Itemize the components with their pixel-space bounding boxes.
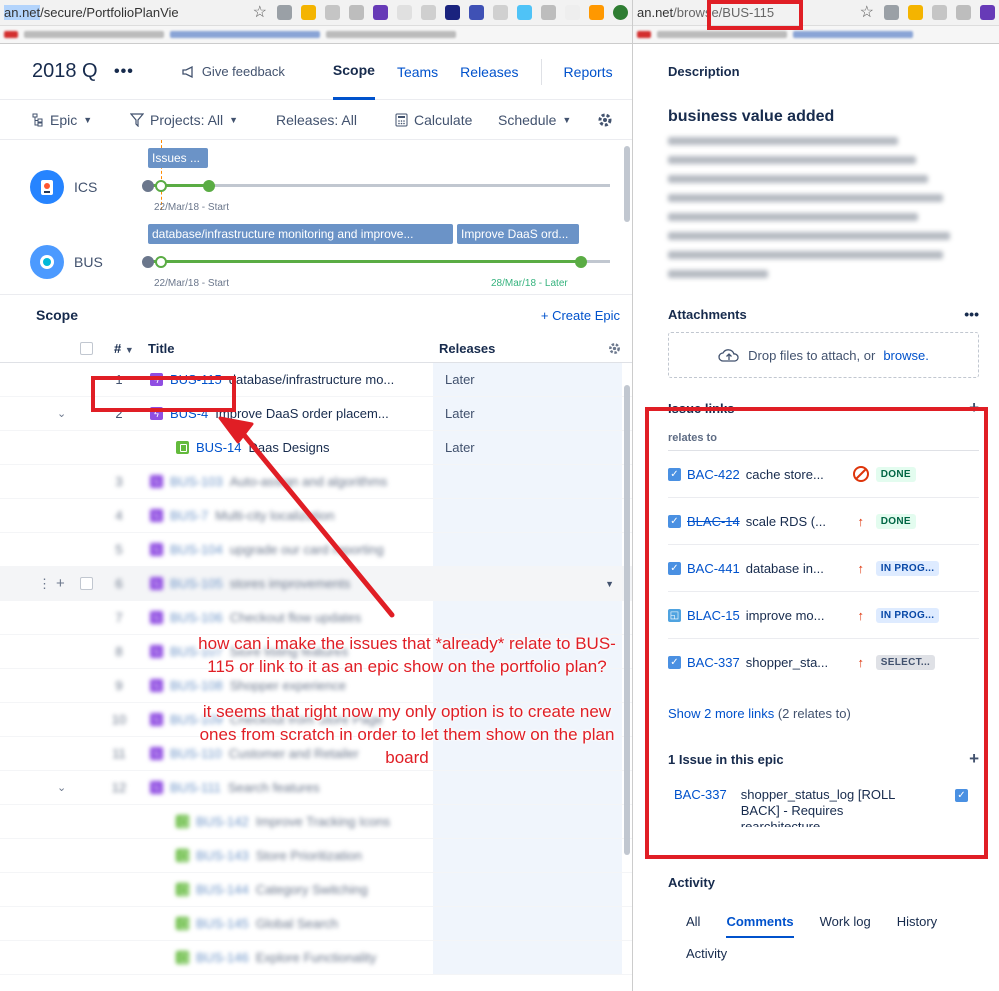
annotation-box-url <box>707 0 803 30</box>
annotation-box-bus-115-row <box>91 376 236 412</box>
annotation-box-issue-links <box>645 407 988 859</box>
